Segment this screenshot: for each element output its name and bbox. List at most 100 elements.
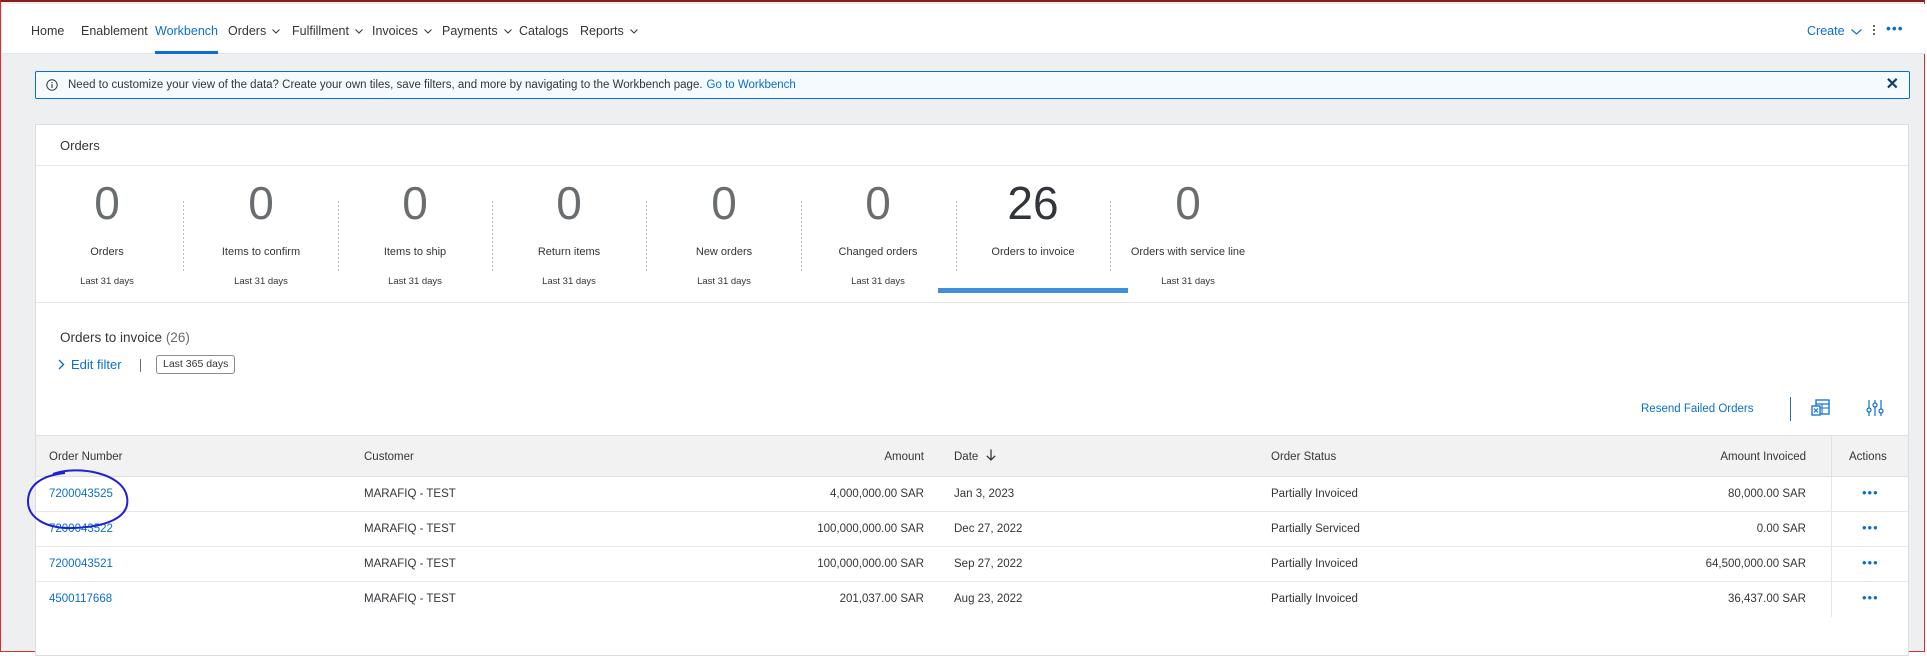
info-banner: Need to customize your view of the data?… (35, 71, 1910, 99)
customer-cell: MARAFIQ - TEST (364, 523, 456, 535)
amount-invoiced-cell: 80,000.00 SAR (1727, 488, 1806, 500)
date-cell: Sep 27, 2022 (954, 558, 1023, 570)
column-header-order-status[interactable]: Order Status (1271, 436, 1336, 478)
filter-chip[interactable]: Last 365 days (156, 355, 236, 374)
toolbar-separator (1790, 397, 1791, 421)
section-title: Orders to invoice (26) (60, 330, 190, 345)
nav-workbench-label: Workbench (155, 24, 218, 38)
tile-label: Orders with service line (1130, 246, 1246, 258)
status-cell: Partially Invoiced (1271, 488, 1358, 500)
create-menu-button[interactable]: Create (1807, 4, 1862, 54)
divider (36, 302, 1908, 303)
chevron-down-icon (503, 29, 512, 34)
column-header-amount-invoiced[interactable]: Amount Invoiced (1536, 436, 1806, 478)
amount-cell: 201,037.00 SAR (839, 593, 924, 605)
column-header-date[interactable]: Date (954, 436, 996, 478)
status-cell: Partially Serviced (1271, 523, 1360, 535)
resend-failed-orders-button[interactable]: Resend Failed Orders (1641, 403, 1754, 415)
row-actions-icon[interactable]: ••• (1862, 547, 1879, 582)
table-row[interactable]: 4500117668 MARAFIQ - TEST 201,037.00 SAR… (36, 582, 1908, 617)
nav-invoices-label: Invoices (372, 24, 418, 38)
chevron-down-icon (629, 29, 638, 34)
chevron-down-icon (424, 29, 432, 34)
date-cell: Jan 3, 2023 (954, 488, 1015, 500)
status-cell: Partially Invoiced (1271, 593, 1358, 605)
customer-cell: MARAFIQ - TEST (364, 558, 456, 570)
amount-invoiced-cell: 0.00 SAR (1756, 523, 1806, 535)
order-number-link[interactable]: 7200043522 (49, 512, 113, 547)
column-header-amount[interactable]: Amount (636, 436, 924, 478)
column-header-order-number[interactable]: Order Number (49, 436, 123, 478)
close-icon[interactable]: ✕ (1886, 76, 1899, 94)
info-text: Need to customize your view of the data?… (68, 79, 703, 91)
chevron-down-icon (1850, 28, 1862, 35)
chevron-right-icon (58, 359, 65, 370)
nav-enablement-label: Enablement (81, 24, 148, 38)
nav-orders-label: Orders (228, 24, 267, 38)
amount-invoiced-cell: 36,437.00 SAR (1727, 593, 1806, 605)
info-icon (46, 78, 58, 96)
edit-filter-label: Edit filter (71, 357, 122, 372)
nav-reports[interactable]: Reports (580, 4, 638, 54)
nav-separator (1873, 25, 1875, 37)
section-count: (26) (165, 330, 190, 345)
create-label: Create (1807, 24, 1845, 38)
amount-cell: 100,000,000.00 SAR (817, 558, 924, 570)
date-header-label: Date (954, 451, 979, 463)
date-cell: Aug 23, 2022 (954, 593, 1023, 605)
amount-invoiced-cell: 64,500,000.00 SAR (1705, 558, 1806, 570)
orders-card: Orders 0 Orders Last 31 days 0 Items to … (35, 124, 1909, 656)
nav-reports-label: Reports (580, 24, 624, 38)
table-settings-icon[interactable] (1866, 399, 1884, 422)
nav-enablement[interactable]: Enablement (81, 4, 148, 54)
tile-value: 0 (1175, 177, 1201, 229)
nav-home[interactable]: Home (31, 4, 64, 54)
nav-fulfillment-label: Fulfillment (292, 24, 349, 38)
order-number-link[interactable]: 7200043525 (49, 477, 113, 512)
nav-fulfillment[interactable]: Fulfillment (292, 4, 363, 54)
tile-period: Last 31 days (1161, 276, 1215, 287)
order-number-link[interactable]: 4500117668 (49, 582, 112, 617)
edit-filter-toggle[interactable]: Edit filter (58, 357, 122, 372)
sort-descending-icon (986, 437, 996, 479)
table-row[interactable]: 7200043525 MARAFIQ - TEST 4,000,000.00 S… (36, 477, 1908, 512)
column-separator (1831, 582, 1832, 617)
column-separator (1831, 477, 1832, 512)
nav-catalogs-label: Catalogs (519, 24, 569, 38)
chevron-down-icon (355, 29, 363, 34)
nav-catalogs[interactable]: Catalogs (519, 4, 568, 54)
more-options-icon[interactable]: ••• (1886, 20, 1904, 36)
amount-cell: 4,000,000.00 SAR (830, 488, 924, 500)
column-separator (1831, 512, 1832, 547)
row-actions-icon[interactable]: ••• (1862, 512, 1879, 547)
table-row[interactable]: 7200043522 MARAFIQ - TEST 100,000,000.00… (36, 512, 1908, 547)
nav-home-label: Home (31, 24, 65, 38)
nav-orders[interactable]: Orders (228, 4, 281, 54)
row-actions-icon[interactable]: ••• (1862, 477, 1879, 512)
column-header-customer[interactable]: Customer (364, 436, 414, 478)
table-row[interactable]: 7200043521 MARAFIQ - TEST 100,000,000.00… (36, 547, 1908, 582)
filter-separator (140, 359, 141, 372)
table-header: Order Number Customer Amount Date Order … (36, 435, 1908, 478)
section-title-text: Orders to invoice (60, 330, 163, 345)
amount-cell: 100,000,000.00 SAR (817, 523, 924, 535)
row-actions-icon[interactable]: ••• (1862, 582, 1879, 617)
export-spreadsheet-icon[interactable] (1811, 399, 1831, 422)
nav-invoices[interactable]: Invoices (372, 4, 432, 54)
card-title: Orders (60, 138, 100, 153)
nav-payments-label: Payments (442, 24, 498, 38)
go-to-workbench-link[interactable]: Go to Workbench (707, 79, 796, 91)
tile-orders-with-service-line[interactable]: 0 Orders with service line Last 31 days (1093, 166, 1283, 289)
date-cell: Dec 27, 2022 (954, 523, 1023, 535)
nav-workbench[interactable]: Workbench (155, 4, 218, 54)
nav-payments[interactable]: Payments (442, 4, 512, 54)
order-number-link[interactable]: 7200043521 (49, 547, 113, 582)
customer-cell: MARAFIQ - TEST (364, 488, 456, 500)
info-message: Need to customize your view of the data?… (68, 79, 796, 91)
customer-cell: MARAFIQ - TEST (364, 593, 456, 605)
column-header-actions: Actions (1849, 451, 1887, 463)
top-nav: Home Enablement Workbench Orders Fulfill… (2, 4, 1925, 54)
status-cell: Partially Invoiced (1271, 558, 1358, 570)
column-separator (1831, 547, 1832, 582)
chevron-down-icon (272, 29, 281, 34)
